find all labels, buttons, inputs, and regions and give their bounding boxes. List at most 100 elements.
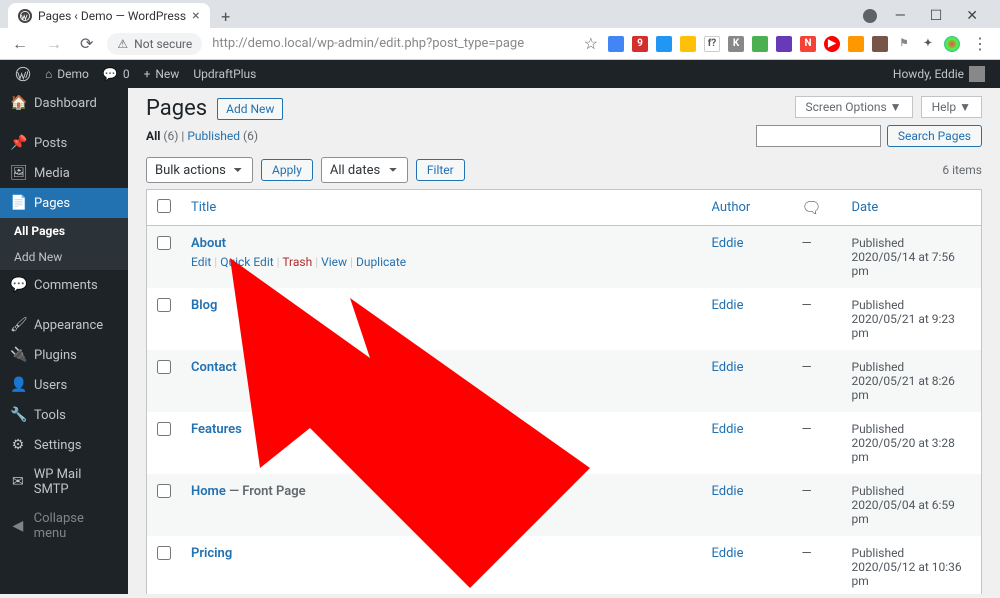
- author-link[interactable]: Eddie: [712, 360, 744, 375]
- ext-icon[interactable]: [608, 36, 624, 52]
- add-new-button[interactable]: Add New: [217, 98, 283, 120]
- new-content[interactable]: +New: [137, 67, 187, 81]
- row-checkbox[interactable]: [157, 236, 171, 250]
- date-cell: Published2020/05/14 at 7:56 pm: [842, 226, 982, 289]
- menu-icon[interactable]: ⋮: [968, 32, 992, 55]
- browser-tab[interactable]: Pages ‹ Demo — WordPress ×: [8, 3, 210, 29]
- row-checkbox[interactable]: [157, 546, 171, 560]
- site-name[interactable]: ⌂Demo: [38, 67, 96, 81]
- comment-icon[interactable]: 🗨: [802, 198, 822, 217]
- row-checkbox[interactable]: [157, 484, 171, 498]
- flag-icon[interactable]: ⚑: [896, 36, 912, 52]
- security-indicator[interactable]: ⚠ Not secure: [107, 33, 202, 55]
- search-button[interactable]: Search Pages: [887, 125, 982, 147]
- ext-icon[interactable]: 9: [632, 36, 648, 52]
- ext-icon[interactable]: [872, 36, 888, 52]
- filter-published[interactable]: Published: [187, 129, 240, 143]
- reload-button[interactable]: ⟳: [76, 32, 97, 55]
- pages-icon: 📄: [10, 195, 26, 211]
- new-tab-button[interactable]: +: [216, 6, 236, 26]
- row-checkbox[interactable]: [157, 422, 171, 436]
- menu-dashboard[interactable]: 🏠Dashboard: [0, 88, 128, 118]
- author-link[interactable]: Eddie: [712, 422, 744, 437]
- author-link[interactable]: Eddie: [712, 546, 744, 561]
- author-link[interactable]: Eddie: [712, 484, 744, 499]
- screen-options-button[interactable]: Screen Options ▼: [795, 96, 913, 118]
- ext-icon[interactable]: [776, 36, 792, 52]
- ext-icon[interactable]: N: [800, 36, 816, 52]
- ext-icon[interactable]: ▶: [824, 36, 840, 52]
- howdy[interactable]: Howdy, Eddie: [886, 66, 992, 82]
- comments-cell: —: [792, 536, 842, 594]
- url-text[interactable]: http://demo.local/wp-admin/edit.php?post…: [212, 36, 524, 51]
- author-link[interactable]: Eddie: [712, 236, 744, 251]
- account-icon[interactable]: [863, 9, 877, 23]
- dates-select[interactable]: All dates: [321, 157, 408, 183]
- author-link[interactable]: Eddie: [712, 298, 744, 313]
- menu-users[interactable]: 👤Users: [0, 370, 128, 400]
- status-filters: All (6) | Published (6): [146, 129, 258, 143]
- bulk-actions-select[interactable]: Bulk actions: [146, 157, 253, 183]
- wp-logo[interactable]: [8, 66, 38, 82]
- table-row: Home — Front Page Eddie — Published2020/…: [147, 474, 982, 536]
- row-checkbox[interactable]: [157, 360, 171, 374]
- ext-icon[interactable]: f?: [704, 36, 720, 52]
- menu-plugins[interactable]: 🔌Plugins: [0, 340, 128, 370]
- menu-appearance[interactable]: 🖌Appearance: [0, 310, 128, 340]
- menu-media[interactable]: 🖼Media: [0, 158, 128, 188]
- maximize-icon[interactable]: ☐: [924, 6, 949, 26]
- row-title-link[interactable]: Features: [191, 422, 242, 437]
- content-area: Screen Options ▼ Help ▼ Pages Add New Al…: [128, 88, 1000, 594]
- ext-icon[interactable]: [848, 36, 864, 52]
- trash-link[interactable]: Trash: [282, 255, 312, 269]
- admin-sidebar: 🏠Dashboard 📌Posts 🖼Media 📄Pages All Page…: [0, 88, 128, 594]
- row-title-link[interactable]: Blog: [191, 298, 217, 313]
- comments-count[interactable]: 💬0: [96, 67, 137, 81]
- home-icon: ⌂: [45, 67, 52, 81]
- search-input[interactable]: [756, 125, 881, 147]
- user-icon: 👤: [10, 377, 26, 393]
- submenu-add-new[interactable]: Add New: [0, 244, 128, 270]
- comments-cell: —: [792, 412, 842, 474]
- select-all-checkbox[interactable]: [157, 199, 171, 213]
- row-checkbox[interactable]: [157, 298, 171, 312]
- profile-icon[interactable]: [944, 36, 960, 52]
- collapse-menu[interactable]: ◀Collapse menu: [0, 504, 128, 548]
- close-icon[interactable]: ×: [192, 8, 199, 24]
- ext-icon[interactable]: [680, 36, 696, 52]
- row-title-link[interactable]: About: [191, 236, 226, 251]
- col-author[interactable]: Author: [702, 190, 792, 226]
- submenu-all-pages[interactable]: All Pages: [0, 218, 128, 244]
- menu-posts[interactable]: 📌Posts: [0, 128, 128, 158]
- view-link[interactable]: View: [321, 255, 347, 269]
- ext-icon[interactable]: [752, 36, 768, 52]
- menu-tools[interactable]: 🔧Tools: [0, 400, 128, 430]
- minimize-icon[interactable]: —: [889, 6, 912, 26]
- dashboard-icon: 🏠: [10, 95, 26, 111]
- row-title-link[interactable]: Pricing: [191, 546, 232, 561]
- menu-wpmail[interactable]: ✉WP Mail SMTP: [0, 460, 128, 504]
- filter-all[interactable]: All: [146, 129, 160, 143]
- updraft-link[interactable]: UpdraftPlus: [186, 67, 263, 81]
- ext-icon[interactable]: K: [728, 36, 744, 52]
- col-title[interactable]: Title: [191, 200, 216, 215]
- quick-edit-link[interactable]: Quick Edit: [220, 255, 273, 269]
- back-button[interactable]: ←: [8, 32, 32, 56]
- menu-comments[interactable]: 💬Comments: [0, 270, 128, 300]
- help-button[interactable]: Help ▼: [921, 96, 982, 118]
- duplicate-link[interactable]: Duplicate: [356, 255, 406, 269]
- bookmark-icon[interactable]: ☆: [584, 34, 598, 53]
- ext-icon[interactable]: [656, 36, 672, 52]
- row-title-link[interactable]: Home: [191, 484, 226, 499]
- comments-cell: —: [792, 288, 842, 350]
- puzzle-icon[interactable]: ✦: [920, 36, 936, 52]
- filter-button[interactable]: Filter: [416, 159, 465, 181]
- comment-icon: 💬: [10, 277, 26, 293]
- row-title-link[interactable]: Contact: [191, 360, 237, 375]
- apply-button[interactable]: Apply: [261, 159, 313, 181]
- edit-link[interactable]: Edit: [191, 255, 211, 269]
- col-date[interactable]: Date: [852, 200, 879, 215]
- menu-pages[interactable]: 📄Pages: [0, 188, 128, 218]
- close-window-icon[interactable]: ✕: [960, 6, 984, 26]
- menu-settings[interactable]: ⚙Settings: [0, 430, 128, 460]
